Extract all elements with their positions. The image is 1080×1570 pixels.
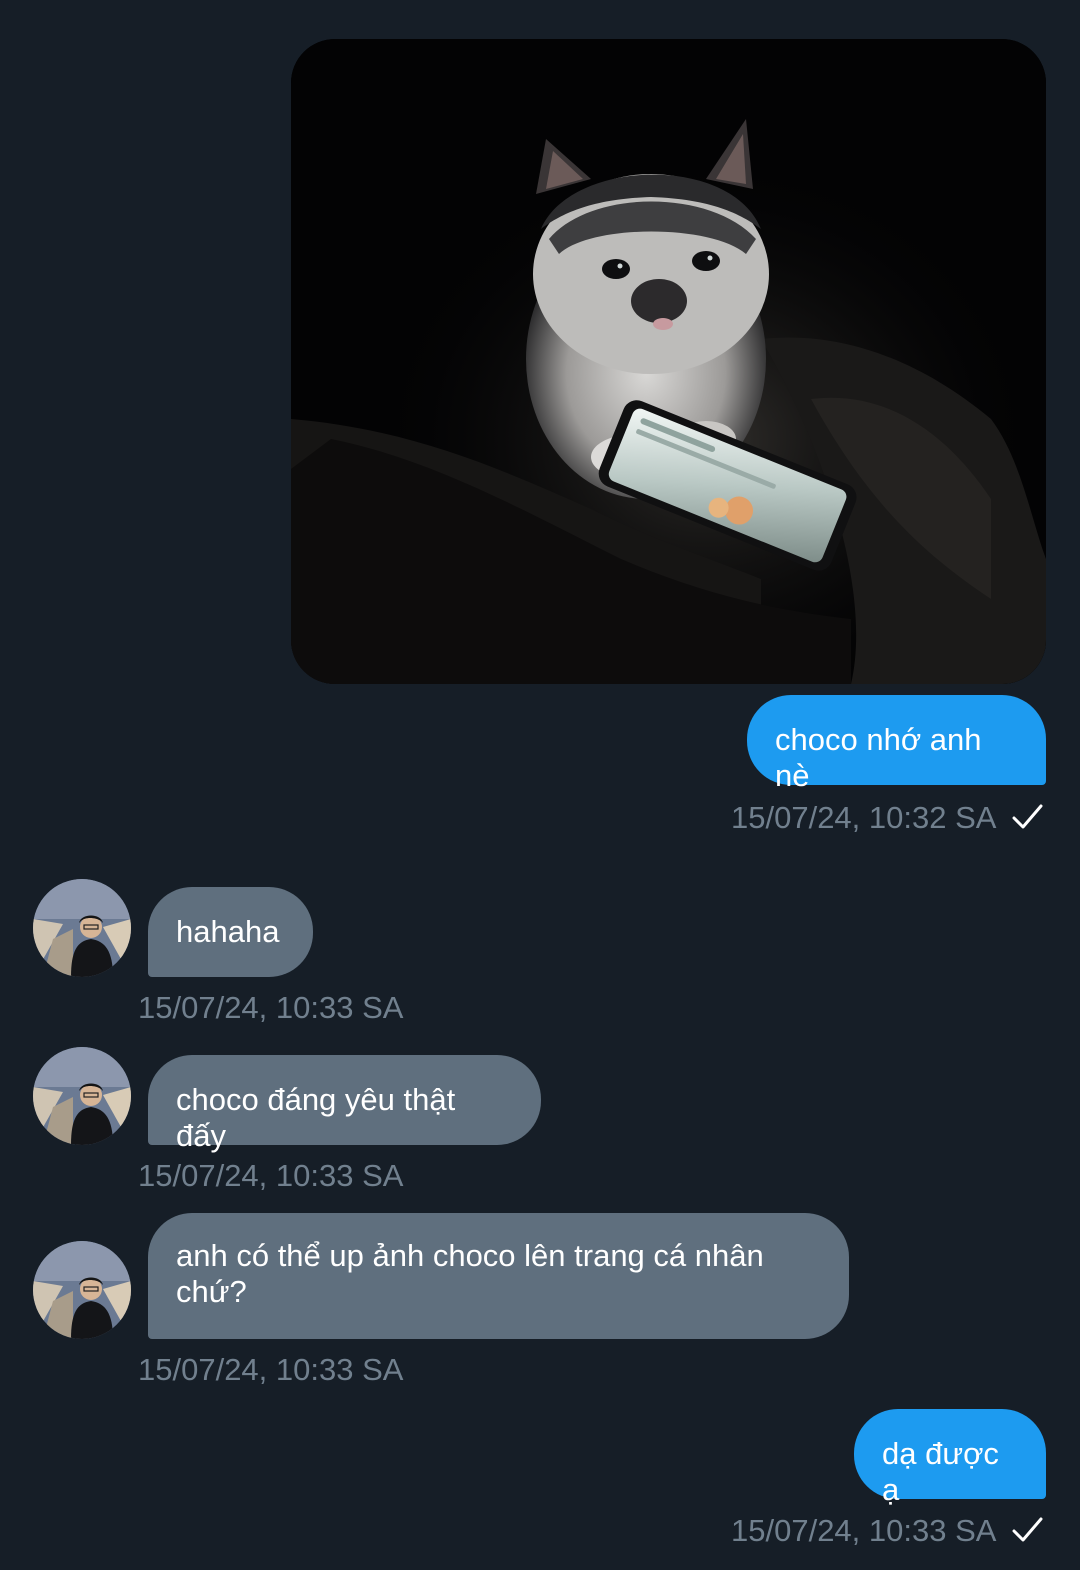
- incoming-message-bubble[interactable]: hahaha: [148, 887, 313, 977]
- message-text: hahaha: [176, 914, 280, 949]
- message-timestamp: 15/07/24, 10:32 SA: [731, 800, 997, 835]
- message-timestamp: 15/07/24, 10:33 SA: [731, 1513, 997, 1548]
- conversation-view[interactable]: choco nhớ anh nè 15/07/24, 10:32 SA haha…: [0, 0, 1080, 1570]
- contact-avatar[interactable]: [33, 1241, 131, 1339]
- avatar-photo: [33, 879, 131, 977]
- outgoing-message-bubble[interactable]: dạ được ạ: [854, 1409, 1046, 1507]
- sent-photo[interactable]: [291, 39, 1046, 684]
- message-text: anh có thể up ảnh choco lên trang cá nhâ…: [176, 1238, 764, 1309]
- contact-avatar[interactable]: [33, 879, 131, 977]
- message-text: choco nhớ anh nè: [775, 722, 982, 793]
- message-timestamp: 15/07/24, 10:33 SA: [138, 1352, 404, 1387]
- message-timestamp: 15/07/24, 10:33 SA: [138, 990, 404, 1025]
- checkmark-icon: [1012, 804, 1043, 829]
- avatar-photo: [33, 1241, 131, 1339]
- checkmark-icon: [1012, 1517, 1043, 1542]
- contact-avatar[interactable]: [33, 1047, 131, 1145]
- avatar-photo: [33, 1047, 131, 1145]
- message-text: choco đáng yêu thật đấy: [176, 1082, 456, 1153]
- message-timestamp: 15/07/24, 10:33 SA: [138, 1158, 404, 1193]
- outgoing-message-bubble[interactable]: choco nhớ anh nè: [747, 695, 1046, 793]
- incoming-message-bubble[interactable]: choco đáng yêu thật đấy: [148, 1055, 541, 1153]
- cat-with-phone-photo: [291, 39, 1046, 684]
- message-text: dạ được ạ: [882, 1436, 999, 1507]
- incoming-message-bubble[interactable]: anh có thể up ảnh choco lên trang cá nhâ…: [148, 1213, 849, 1339]
